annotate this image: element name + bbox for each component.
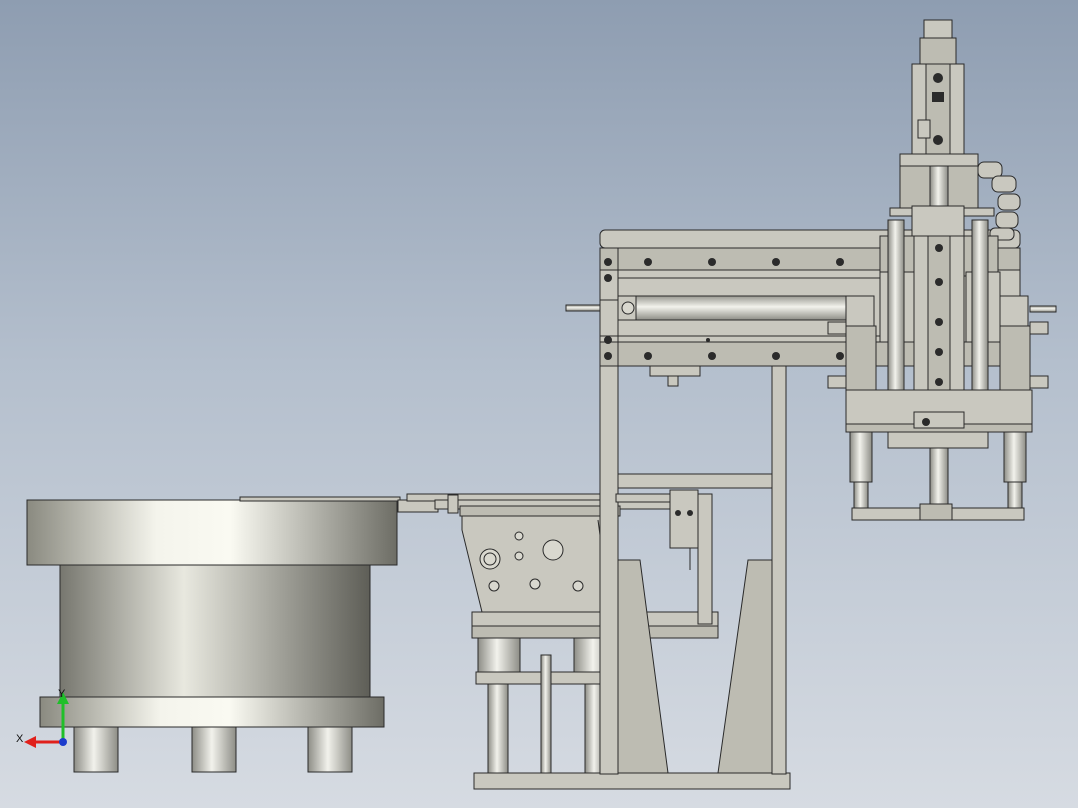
support-frame[interactable]: [599, 365, 787, 775]
coordinate-triad: [24, 692, 69, 748]
bowl-foot: [191, 726, 237, 773]
assembly-drawing[interactable]: [0, 0, 1078, 808]
triad-y-label: Y: [58, 688, 66, 700]
bowl-foot: [307, 726, 353, 773]
cad-viewport[interactable]: Y X: [0, 0, 1078, 808]
triad-x-label: X: [16, 733, 24, 745]
